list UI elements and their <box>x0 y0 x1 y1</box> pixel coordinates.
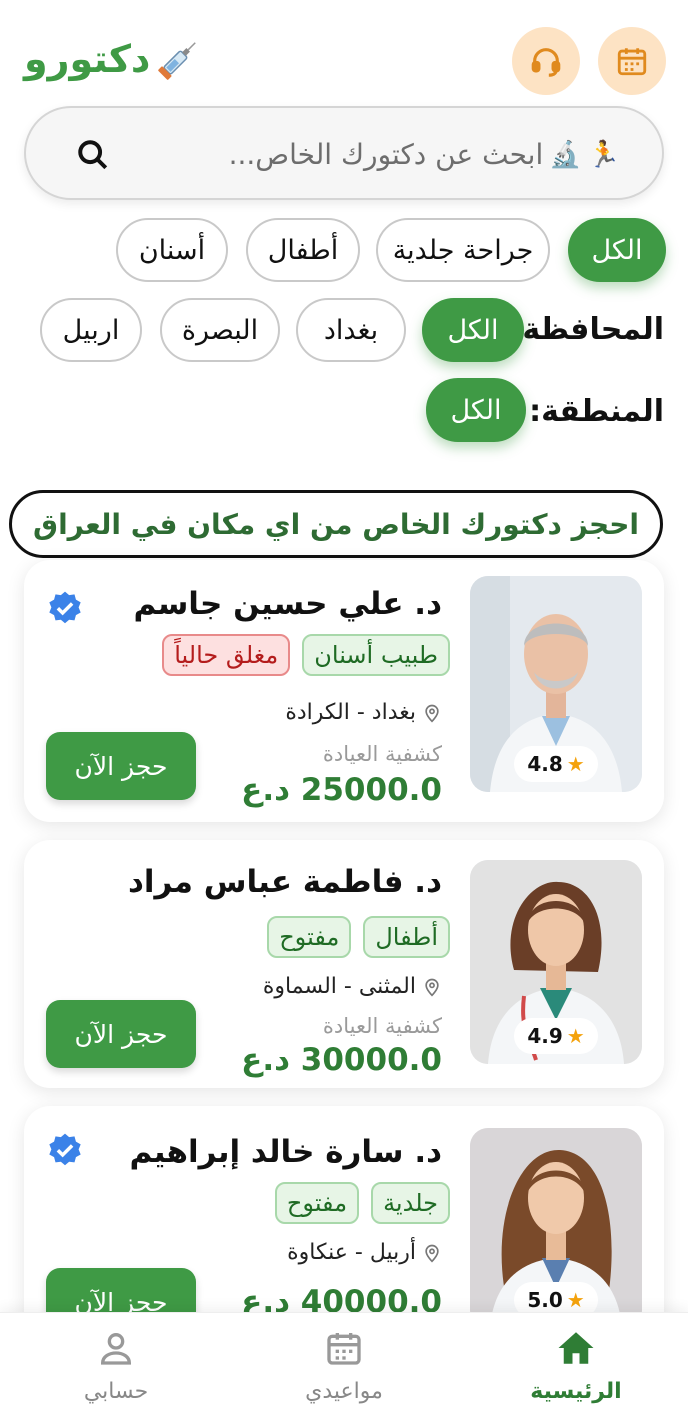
doctor-card[interactable]: 4.9 ★ د. فاطمة عباس مراد أطفال مفتوح الم… <box>24 840 664 1088</box>
governorate-chip-all[interactable]: الكل <box>422 298 524 362</box>
verified-badge-icon <box>49 1133 81 1166</box>
location-text: المثنى - السماوة <box>262 974 416 999</box>
nav-account-label: حسابي <box>83 1379 149 1404</box>
star-icon: ★ <box>566 752 585 776</box>
book-now-button[interactable]: حجز الآن <box>46 732 196 800</box>
doctor-tags: طبيب أسنان مغلق حالياً <box>162 634 450 676</box>
syringe-icon <box>158 42 197 80</box>
book-now-button[interactable]: حجز الآن <box>46 1000 196 1068</box>
doctor-tags: أطفال مفتوح <box>267 916 450 958</box>
doctor-name: د. فاطمة عباس مراد <box>127 864 442 900</box>
location-pin-icon <box>425 704 439 723</box>
search-placeholder-text: ابحث عن دكتورك الخاص... <box>228 138 544 171</box>
rating-badge: 4.8 ★ <box>514 746 598 782</box>
specialty-tag: جلدية <box>371 1182 450 1224</box>
specialty-tag: أطفال <box>363 916 450 958</box>
home-icon <box>558 1332 594 1364</box>
nav-account[interactable]: حسابي <box>36 1327 196 1404</box>
support-button[interactable] <box>512 27 580 95</box>
status-tag-closed: مغلق حالياً <box>162 634 291 676</box>
governorate-label: المحافظة: <box>510 312 664 347</box>
location-pin-icon <box>425 1244 439 1263</box>
star-icon: ★ <box>566 1288 585 1312</box>
rating-value: 4.8 <box>527 752 563 776</box>
doctor-name: د. علي حسين جاسم <box>133 586 442 622</box>
governorate-chip-erbil[interactable]: اربيل <box>40 298 142 362</box>
microscope-icon: 🔬 <box>549 139 582 170</box>
location-text: أربيل - عنكاوة <box>287 1240 416 1265</box>
doctor-photo: 4.8 ★ <box>470 576 642 792</box>
nav-home[interactable]: الرئيسية <box>496 1327 656 1404</box>
doctor-photo: 4.9 ★ <box>470 860 642 1064</box>
calendar-icon <box>617 48 647 76</box>
governorate-chip-baghdad[interactable]: بغداد <box>296 298 406 362</box>
promo-banner: احجز دكتورك الخاص من اي مكان في العراق <box>9 490 663 558</box>
bottom-navigation: الرئيسية مواعيدي حسابي <box>0 1312 688 1427</box>
verified-badge-icon <box>49 591 81 624</box>
specialty-chip-dentistry[interactable]: أسنان <box>116 218 228 282</box>
governorate-chip-basra[interactable]: البصرة <box>160 298 280 362</box>
nav-appointments[interactable]: مواعيدي <box>264 1327 424 1404</box>
doctor-price: 25000.0 د.ع <box>241 772 442 808</box>
location-pin-icon <box>425 978 439 997</box>
status-tag-open: مفتوح <box>274 1182 360 1224</box>
calendar-icon <box>327 1333 361 1365</box>
specialty-chip-all[interactable]: الكل <box>568 218 666 282</box>
specialty-chip-dermatology-surgery[interactable]: جراحة جلدية <box>376 218 550 282</box>
logo-text: دكتورو <box>24 37 151 81</box>
headset-icon <box>531 48 561 77</box>
area-chip-all[interactable]: الكل <box>426 378 526 442</box>
rating-value: 5.0 <box>527 1288 563 1312</box>
specialty-tag: طبيب أسنان <box>302 634 450 676</box>
app-header: دكتورو <box>0 22 688 102</box>
doctor-price: 30000.0 د.ع <box>241 1042 442 1078</box>
search-bar[interactable]: 🏃 🔬 ابحث عن دكتورك الخاص... <box>24 106 664 200</box>
location-text: بغداد - الكرادة <box>285 700 416 725</box>
doctor-location: بغداد - الكرادة <box>285 700 442 725</box>
doctor-card[interactable]: 4.8 ★ د. علي حسين جاسم طبيب أسنان مغلق ح… <box>24 560 664 822</box>
calendar-button[interactable] <box>598 27 666 95</box>
fee-label: كشفية العيادة <box>322 742 442 766</box>
rating-value: 4.9 <box>527 1024 563 1048</box>
doctor-location: أربيل - عنكاوة <box>287 1240 442 1265</box>
area-label: المنطقة: <box>529 394 664 429</box>
doctor-tags: جلدية مفتوح <box>274 1182 450 1224</box>
specialty-chip-pediatrics[interactable]: أطفال <box>246 218 360 282</box>
runner-icon: 🏃 <box>587 139 620 170</box>
star-icon: ★ <box>566 1024 585 1048</box>
fee-label: كشفية العيادة <box>322 1014 442 1038</box>
search-placeholder: 🏃 🔬 ابحث عن دكتورك الخاص... <box>229 138 620 171</box>
doctor-photo: 5.0 ★ <box>470 1128 642 1328</box>
status-tag-open: مفتوح <box>267 916 352 958</box>
rating-badge: 4.9 ★ <box>514 1018 598 1054</box>
doctor-location: المثنى - السماوة <box>263 974 442 999</box>
nav-appointments-label: مواعيدي <box>305 1379 383 1404</box>
doctor-name: د. سارة خالد إبراهيم <box>129 1134 443 1170</box>
user-icon <box>100 1333 132 1365</box>
nav-home-label: الرئيسية <box>530 1379 622 1404</box>
app-logo: دكتورو <box>24 34 204 84</box>
search-icon[interactable] <box>76 138 110 172</box>
